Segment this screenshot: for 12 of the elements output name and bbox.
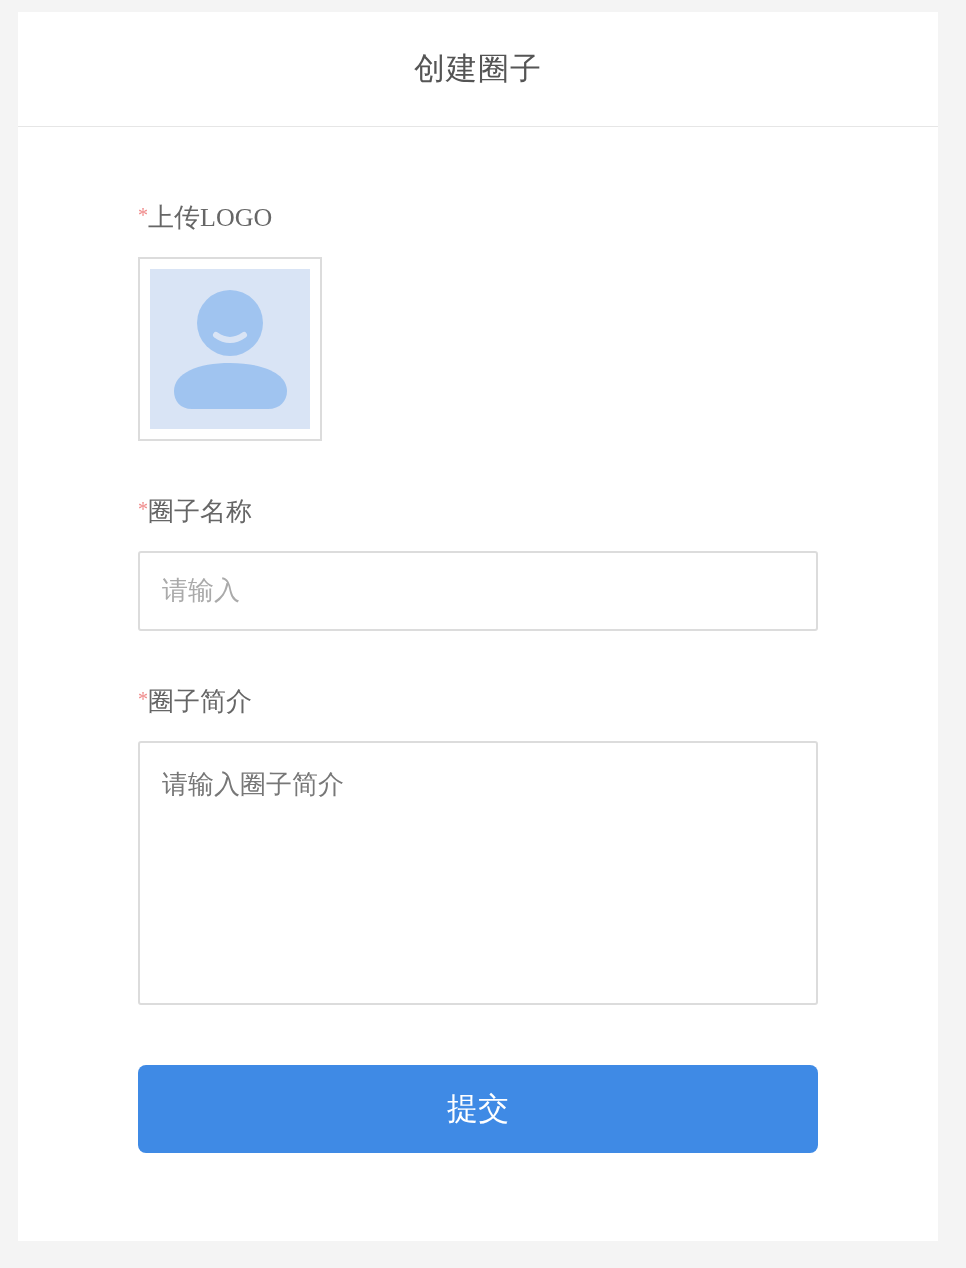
circle-name-input[interactable]: 请输入 (138, 551, 818, 631)
person-icon (150, 269, 310, 429)
logo-upload-box[interactable] (138, 257, 322, 441)
required-mark: * (138, 203, 148, 228)
required-mark: * (138, 687, 148, 712)
required-mark: * (138, 497, 148, 522)
page-title: 创建圈子 (414, 50, 542, 88)
field-label: 上传LOGO (148, 202, 273, 234)
circle-intro-textarea[interactable]: 请输入圈子简介 (138, 741, 818, 1005)
field-label: 圈子名称 (148, 496, 252, 528)
submit-button[interactable]: 提交 (138, 1065, 818, 1153)
field-label: 圈子简介 (148, 686, 252, 718)
